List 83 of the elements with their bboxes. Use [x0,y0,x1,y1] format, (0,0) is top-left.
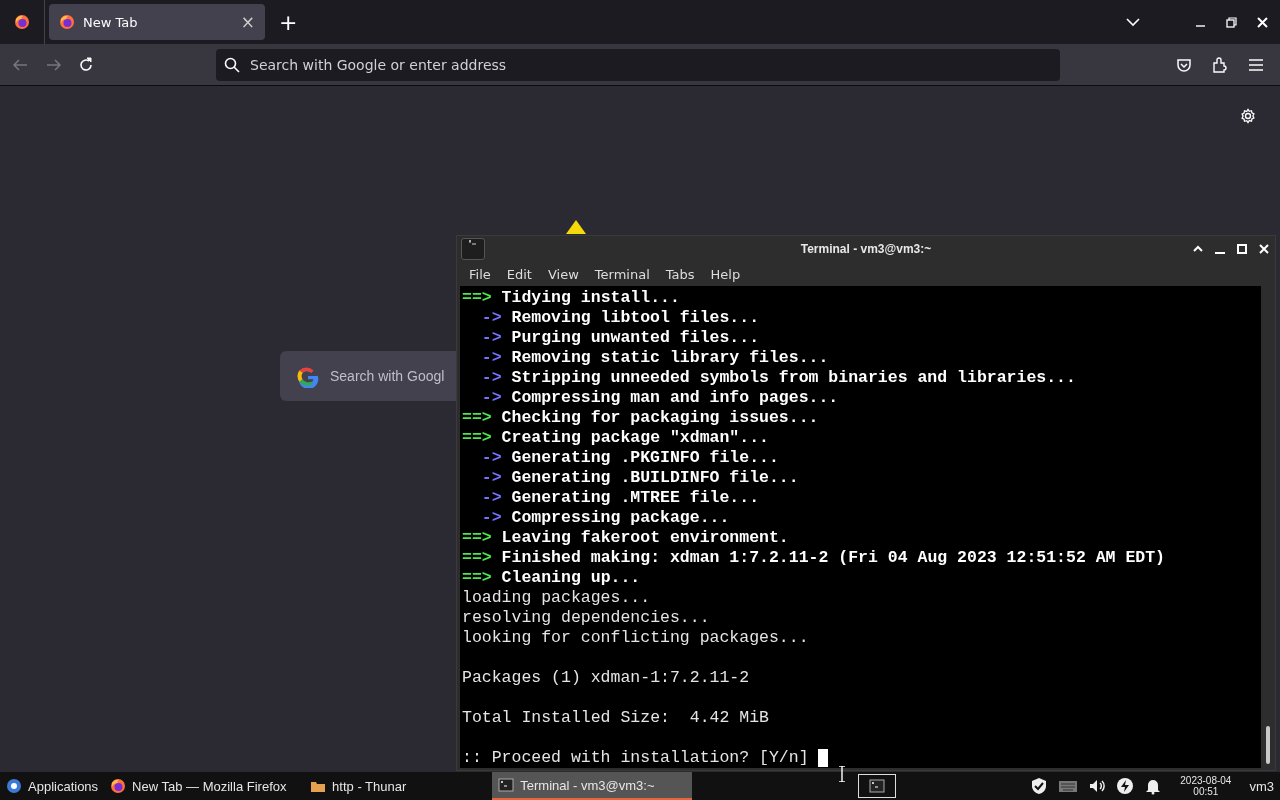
close-icon[interactable] [1259,244,1269,255]
terminal-text: Compressing man and info pages... [511,388,839,408]
shield-icon[interactable] [1030,777,1049,795]
arrow-marker: ==> [462,548,492,568]
chevron-down-icon[interactable] [1125,16,1141,28]
maximize-icon[interactable] [1237,244,1247,255]
terminal-text: resolving dependencies... [462,608,710,628]
menu-item[interactable]: File [461,264,499,284]
search-field[interactable]: Search with Googl [330,368,454,384]
arrow-marker: -> [481,368,502,388]
arrow-marker: ==> [462,408,492,428]
pocket-icon[interactable] [1176,56,1192,73]
close-icon[interactable] [1257,16,1268,28]
terminal-text: Finished making: xdman 1:7.2.11-2 (Fri 04 Aug 2023 12:51:52 AM EDT) [501,548,1166,568]
arrow-marker: -> [481,488,502,508]
bell-icon[interactable] [1144,777,1163,795]
terminal-text: Tidying install... [501,288,680,308]
terminal-text: Cleaning up... [501,568,641,588]
restore-icon[interactable] [1226,16,1237,28]
menu-item[interactable]: Edit [498,264,540,284]
back-icon[interactable] [12,56,28,73]
arrow-marker: ==> [462,568,492,588]
menu-icon[interactable] [1248,56,1264,73]
terminal-text: Generating .BUILDINFO file... [511,468,799,488]
terminal-icon [498,777,515,793]
clock[interactable]: 2023-08-04 00:51 [1180,775,1232,797]
settings-icon[interactable] [1240,108,1256,124]
forward-icon[interactable] [46,56,62,73]
terminal-text: looking for conflicting packages... [462,628,809,648]
terminal-icon [869,778,886,794]
terminal-text: Creating package "xdman"... [501,428,769,448]
terminal-text: Stripping unneeded symbols from binaries and libraries... [511,368,1076,388]
browser-tab[interactable]: New Tab × [49,4,265,40]
arrow-marker: -> [481,348,502,368]
taskbar-item[interactable]: Terminal - vm3@vm3:~ [492,772,693,800]
terminal-text: loading packages... [462,588,651,608]
arrow-marker: -> [481,328,502,348]
menu-item[interactable]: Terminal [586,264,658,284]
arrow-marker: ==> [462,528,492,548]
lightning-icon[interactable] [1116,777,1135,795]
taskbar-item[interactable]: http - Thunar [304,772,413,800]
terminal-text: Generating .MTREE file... [511,488,760,508]
menu-item[interactable]: View [539,264,587,284]
terminal-text: Checking for packaging issues... [501,408,819,428]
puzzle-icon[interactable] [1212,56,1228,73]
arrow-marker: -> [481,448,502,468]
terminal-text: Removing libtool files... [511,308,760,328]
arrow-marker: ==> [462,428,492,448]
terminal-text: Compressing package... [511,508,730,528]
volume-icon[interactable] [1088,777,1107,795]
triangle-shape [566,220,586,234]
terminal-text: Generating .PKGINFO file... [511,448,779,468]
workspace-pager[interactable] [858,774,897,798]
close-icon[interactable]: × [240,12,255,32]
user-name[interactable]: vm3 [1249,778,1274,794]
arrow-marker: -> [481,308,502,328]
arrow-marker: -> [481,388,502,408]
taskbar-item[interactable]: Applications [0,772,105,800]
terminal-text: Total Installed Size: 4.42 MiB [462,708,769,728]
address-bar[interactable]: Search with Google or enter address [216,48,1060,81]
text-cursor [818,749,829,767]
terminal-text: Leaving fakeroot environment. [501,528,789,548]
new-tab-button[interactable]: + [273,9,304,35]
text-cursor-icon [838,766,846,782]
menu-item[interactable]: Help [702,264,749,284]
applications-icon [6,778,22,794]
arrow-marker: -> [481,468,502,488]
reload-icon[interactable] [78,56,94,73]
arrow-marker: -> [481,508,502,528]
search-box[interactable]: Search with Googl [280,351,456,401]
firefox-icon [59,14,75,30]
firefox-icon[interactable] [14,14,30,30]
terminal-text: Purging unwanted files... [511,328,760,348]
terminal-text: Packages (1) xdman-1:7.2.11-2 [462,668,750,688]
terminal-text: :: Proceed with installation? [Y/n] [462,748,810,768]
terminal-text: Removing static library files... [511,348,829,368]
firefox-icon [110,778,127,794]
search-icon [224,56,240,73]
menu-item[interactable]: Tabs [657,264,703,284]
prompt-icon [469,239,477,246]
taskbar-item[interactable]: New Tab — Mozilla Firefox [104,772,305,800]
window-title: Terminal - vm3@vm3:~ [800,242,932,257]
arrow-marker: ==> [462,288,492,308]
